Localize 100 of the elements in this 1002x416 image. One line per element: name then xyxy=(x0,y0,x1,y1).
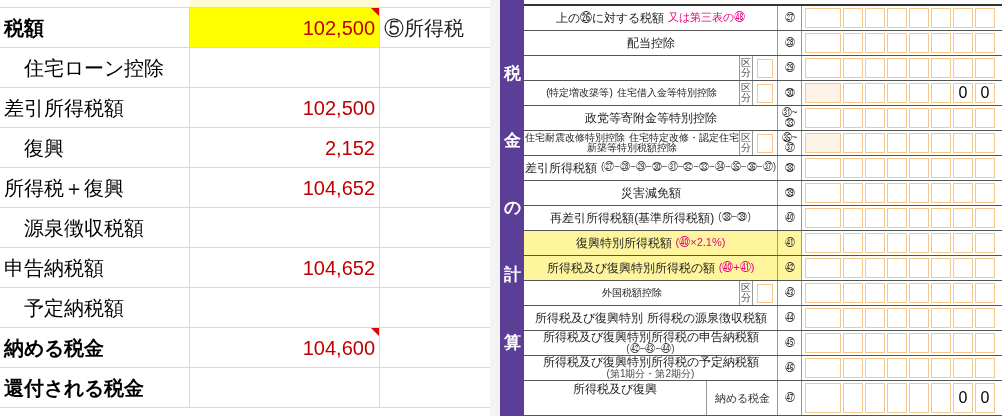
digit-box[interactable]: 0 xyxy=(975,83,995,103)
digit-box[interactable] xyxy=(843,258,863,278)
digit-box[interactable] xyxy=(975,233,995,253)
digit-box[interactable] xyxy=(909,283,929,303)
digit-box[interactable]: 0 xyxy=(975,383,995,413)
digit-box[interactable] xyxy=(909,208,929,228)
digit-box[interactable] xyxy=(909,333,929,353)
digit-box[interactable] xyxy=(953,108,973,128)
digit-box[interactable] xyxy=(909,258,929,278)
digit-box[interactable] xyxy=(805,158,841,178)
digit-box[interactable] xyxy=(887,258,907,278)
digit-box[interactable] xyxy=(887,33,907,53)
digit-box[interactable] xyxy=(975,33,995,53)
digit-box[interactable] xyxy=(843,208,863,228)
digit-box[interactable] xyxy=(931,233,951,253)
digit-box[interactable] xyxy=(953,133,973,153)
digit-box[interactable] xyxy=(805,183,841,203)
digit-box[interactable] xyxy=(865,308,885,328)
digit-box[interactable] xyxy=(865,233,885,253)
digit-box[interactable] xyxy=(953,258,973,278)
category-box[interactable] xyxy=(757,283,773,303)
digit-box[interactable] xyxy=(909,358,929,378)
digit-box[interactable] xyxy=(931,208,951,228)
digit-box[interactable] xyxy=(865,183,885,203)
digit-box[interactable] xyxy=(805,258,841,278)
digit-box[interactable] xyxy=(887,8,907,28)
digit-box[interactable] xyxy=(887,58,907,78)
digit-box[interactable] xyxy=(865,208,885,228)
digit-box[interactable] xyxy=(909,58,929,78)
digit-box[interactable] xyxy=(887,158,907,178)
digit-box[interactable] xyxy=(931,108,951,128)
digit-box[interactable] xyxy=(887,358,907,378)
digit-box[interactable] xyxy=(931,183,951,203)
digit-box[interactable]: 0 xyxy=(953,83,973,103)
digit-box[interactable] xyxy=(843,383,863,413)
category-box[interactable] xyxy=(757,133,773,153)
digit-box[interactable] xyxy=(975,108,995,128)
digit-box[interactable] xyxy=(865,358,885,378)
digit-box[interactable] xyxy=(909,383,929,413)
digit-box[interactable] xyxy=(909,233,929,253)
digit-box[interactable] xyxy=(975,358,995,378)
digit-box[interactable] xyxy=(843,183,863,203)
digit-box[interactable] xyxy=(805,358,841,378)
digit-box[interactable] xyxy=(865,58,885,78)
digit-box[interactable] xyxy=(887,233,907,253)
category-box[interactable] xyxy=(757,58,773,78)
digit-box[interactable] xyxy=(887,383,907,413)
digit-box[interactable] xyxy=(805,233,841,253)
digit-box[interactable] xyxy=(931,258,951,278)
digit-box[interactable] xyxy=(975,283,995,303)
digit-box[interactable] xyxy=(953,333,973,353)
digit-box[interactable] xyxy=(843,158,863,178)
digit-box[interactable] xyxy=(931,158,951,178)
digit-box[interactable] xyxy=(953,283,973,303)
digit-box[interactable] xyxy=(909,183,929,203)
digit-box[interactable] xyxy=(953,158,973,178)
digit-box[interactable] xyxy=(865,33,885,53)
digit-box[interactable] xyxy=(843,33,863,53)
digit-box[interactable] xyxy=(931,308,951,328)
digit-box[interactable] xyxy=(953,8,973,28)
digit-box[interactable] xyxy=(843,333,863,353)
digit-box[interactable] xyxy=(931,8,951,28)
digit-box[interactable] xyxy=(953,308,973,328)
digit-box[interactable] xyxy=(975,8,995,28)
digit-box[interactable] xyxy=(931,358,951,378)
digit-box[interactable] xyxy=(975,158,995,178)
category-box[interactable] xyxy=(757,83,773,103)
digit-box[interactable] xyxy=(887,308,907,328)
digit-box[interactable] xyxy=(843,83,863,103)
digit-box[interactable] xyxy=(805,108,841,128)
digit-box[interactable] xyxy=(865,108,885,128)
digit-box[interactable] xyxy=(865,283,885,303)
digit-box[interactable] xyxy=(975,183,995,203)
digit-box[interactable]: 0 xyxy=(953,383,973,413)
digit-box[interactable] xyxy=(953,233,973,253)
digit-box[interactable] xyxy=(953,358,973,378)
digit-box[interactable] xyxy=(909,8,929,28)
digit-box[interactable] xyxy=(805,308,841,328)
digit-box[interactable] xyxy=(909,33,929,53)
digit-box[interactable] xyxy=(843,108,863,128)
digit-box[interactable] xyxy=(931,133,951,153)
digit-box[interactable] xyxy=(975,58,995,78)
digit-box[interactable] xyxy=(805,8,841,28)
digit-box[interactable] xyxy=(909,133,929,153)
digit-box[interactable] xyxy=(843,233,863,253)
digit-box[interactable] xyxy=(887,208,907,228)
digit-box[interactable] xyxy=(931,283,951,303)
digit-box[interactable] xyxy=(865,133,885,153)
digit-box[interactable] xyxy=(865,258,885,278)
digit-box[interactable] xyxy=(975,308,995,328)
digit-box[interactable] xyxy=(975,258,995,278)
digit-box[interactable] xyxy=(805,283,841,303)
digit-box[interactable] xyxy=(843,133,863,153)
digit-box[interactable] xyxy=(805,133,841,153)
digit-box[interactable] xyxy=(975,333,995,353)
digit-box[interactable] xyxy=(975,208,995,228)
digit-box[interactable] xyxy=(931,58,951,78)
digit-box[interactable] xyxy=(805,33,841,53)
digit-box[interactable] xyxy=(931,383,951,413)
digit-box[interactable] xyxy=(909,83,929,103)
